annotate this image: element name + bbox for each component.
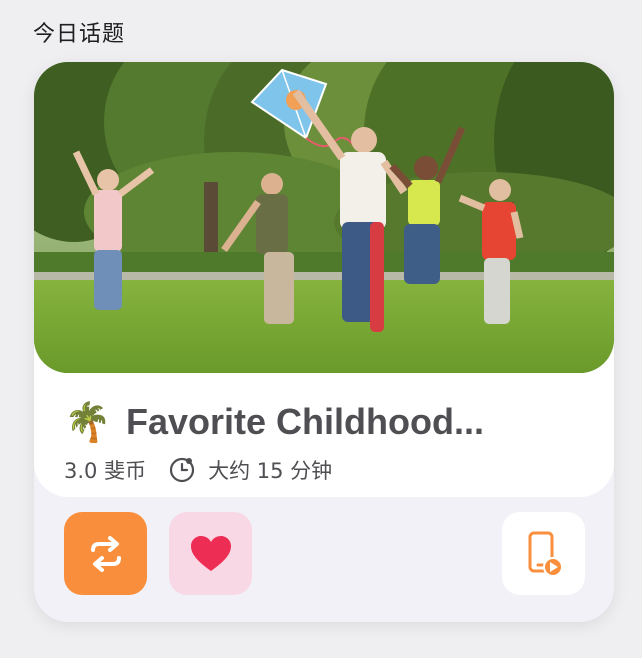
- clock-icon: [169, 457, 195, 483]
- topic-card[interactable]: 🌴 Favorite Childhood... 3.0 斐币 大约 15 分钟: [34, 62, 614, 622]
- phone-play-icon: [528, 531, 563, 577]
- topic-info-panel: 🌴 Favorite Childhood... 3.0 斐币 大约 15 分钟: [34, 62, 614, 497]
- topic-photo: [34, 62, 614, 373]
- topic-title-row: 🌴 Favorite Childhood...: [64, 400, 484, 444]
- topic-meta-row: 3.0 斐币 大约 15 分钟: [64, 455, 332, 485]
- section-title: 今日话题: [33, 22, 126, 47]
- palm-tree-icon: 🌴: [64, 400, 112, 444]
- heart-icon: [190, 535, 231, 571]
- topic-title: Favorite Childhood...: [126, 401, 484, 442]
- coins-label: 3.0 斐币: [64, 459, 147, 483]
- duration-label: 大约 15 分钟: [208, 459, 333, 483]
- like-button[interactable]: [169, 512, 252, 595]
- swap-arrows-icon: [90, 535, 121, 572]
- play-on-phone-button[interactable]: [502, 512, 585, 595]
- switch-topic-button[interactable]: [64, 512, 147, 595]
